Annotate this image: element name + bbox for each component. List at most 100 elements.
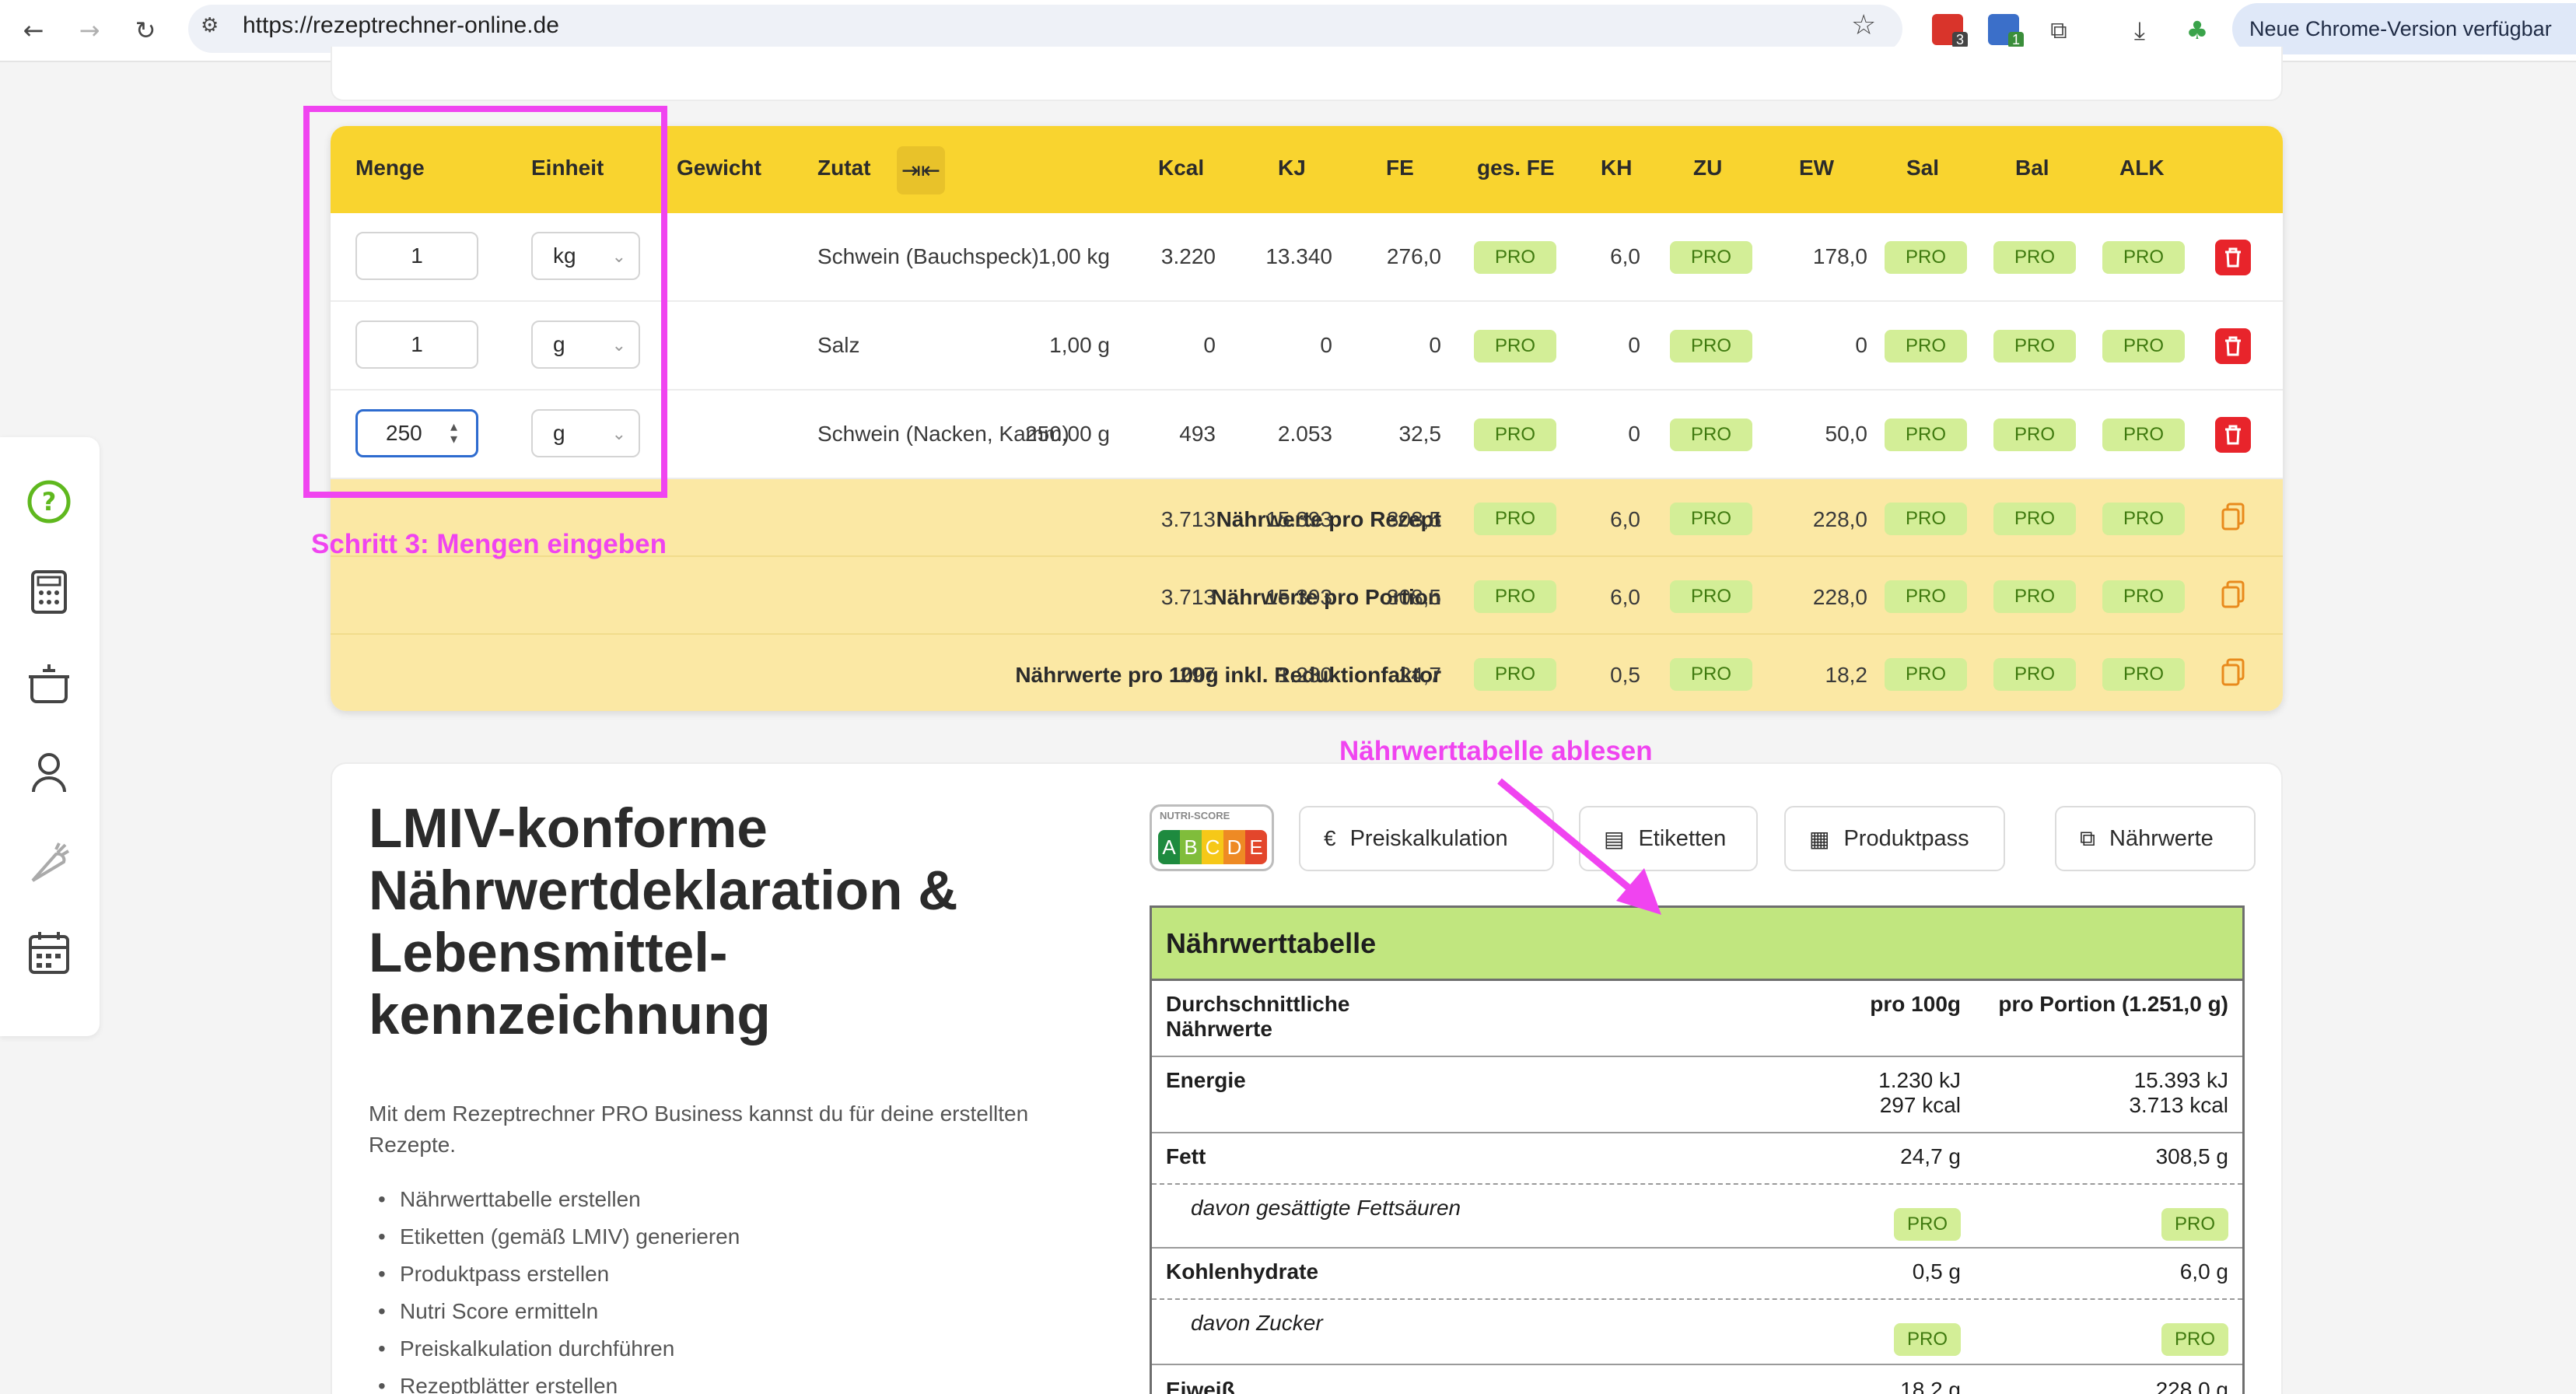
- profile-tree-icon[interactable]: ♣: [2178, 11, 2217, 50]
- download-icon[interactable]: ⤓: [2120, 11, 2159, 50]
- pro-badge[interactable]: PRO: [2102, 241, 2185, 274]
- nutrition-values-button[interactable]: ⧉ Nährwerte: [2055, 806, 2256, 871]
- ew-cell: 178,0: [1812, 244, 1867, 268]
- nutri-letter: A: [1158, 830, 1180, 864]
- fe-cell: 32,5: [1398, 422, 1442, 446]
- back-icon[interactable]: ←: [14, 11, 53, 50]
- carrot-icon[interactable]: [25, 839, 73, 887]
- pro-badge[interactable]: PRO: [1993, 330, 2076, 363]
- energy-kj-100g: 1.230 kJ: [1878, 1068, 1961, 1092]
- protein-100g: 18,2 g: [1900, 1378, 1961, 1394]
- header-fe: FE: [1386, 156, 1414, 180]
- pro-badge[interactable]: PRO: [1993, 241, 2076, 274]
- kj-cell: 2.053: [1277, 422, 1332, 446]
- pro-badge[interactable]: PRO: [1670, 658, 1752, 691]
- pro-badge[interactable]: PRO: [1670, 419, 1752, 451]
- nutri-letter: D: [1223, 830, 1245, 864]
- carbs-100g: 0,5 g: [1912, 1259, 1961, 1284]
- nutri-score-button[interactable]: NUTRI-SCORE A B C D E: [1150, 804, 1274, 871]
- bookmark-star-icon[interactable]: ☆: [1851, 9, 1876, 41]
- pro-badge[interactable]: PRO: [1670, 330, 1752, 363]
- pro-badge[interactable]: PRO: [1993, 419, 2076, 451]
- pro-badge[interactable]: PRO: [2102, 419, 2185, 451]
- site-settings-icon[interactable]: ⚙: [201, 14, 219, 37]
- step3-annotation: Schritt 3: Mengen eingeben: [311, 529, 667, 559]
- reload-icon[interactable]: ↻: [126, 11, 165, 50]
- copy-icon: ⧉: [2080, 825, 2095, 851]
- help-icon[interactable]: ?: [25, 478, 73, 526]
- pro-badge[interactable]: PRO: [1885, 658, 1967, 691]
- pro-badge[interactable]: PRO: [2102, 658, 2185, 691]
- product-pass-button[interactable]: ▦ Produktpass: [1784, 806, 2005, 871]
- ew-cell: 228,0: [1812, 585, 1867, 609]
- pro-badge[interactable]: PRO: [1885, 330, 1967, 363]
- weight-cell: 1,00 g: [1049, 333, 1110, 357]
- kh-cell: 6,0: [1610, 585, 1640, 609]
- chrome-update-button[interactable]: Neue Chrome-Version verfügbar: [2232, 3, 2576, 54]
- pro-badge[interactable]: PRO: [1670, 241, 1752, 274]
- calculator-icon[interactable]: [25, 568, 73, 616]
- pro-badge[interactable]: PRO: [1474, 658, 1556, 691]
- kh-cell: 0: [1628, 333, 1640, 357]
- pro-badge[interactable]: PRO: [1670, 503, 1752, 535]
- pro-badge[interactable]: PRO: [1993, 580, 2076, 613]
- kcal-cell: 297: [1179, 663, 1216, 687]
- delete-trash-icon[interactable]: [2215, 328, 2251, 364]
- kh-cell: 6,0: [1610, 244, 1640, 268]
- extensions-puzzle-icon[interactable]: ⧉: [2039, 11, 2078, 50]
- extension-icon[interactable]: 1: [1988, 14, 2024, 48]
- pro-badge[interactable]: PRO: [1885, 419, 1967, 451]
- pro-badge[interactable]: PRO: [1670, 580, 1752, 613]
- pro-badge[interactable]: PRO: [2161, 1323, 2228, 1356]
- copy-icon[interactable]: [2217, 501, 2249, 532]
- header-gewicht: Gewicht: [677, 156, 761, 180]
- feature-list-item: Rezeptblätter erstellen: [378, 1374, 618, 1394]
- nutrition-row-fat: Fett 24,7 g 308,5 g: [1152, 1133, 2242, 1185]
- copy-icon[interactable]: [2217, 657, 2249, 688]
- previous-card: [331, 47, 2283, 101]
- forward-icon[interactable]: →: [70, 11, 109, 50]
- fe-cell: 0: [1429, 333, 1441, 357]
- kj-cell: 13.340: [1265, 244, 1332, 268]
- pro-badge[interactable]: PRO: [2102, 503, 2185, 535]
- nutrition-row-protein: Eiweiß 18,2 g 228,0 g: [1152, 1365, 2242, 1394]
- extension-icon[interactable]: 3: [1932, 14, 1968, 48]
- summary-row: Nährwerte pro 100g inkl. Reduktionfaktor…: [331, 635, 2283, 711]
- cooking-pot-icon[interactable]: [25, 658, 73, 706]
- pro-badge[interactable]: PRO: [1993, 658, 2076, 691]
- pro-badge[interactable]: PRO: [1474, 503, 1556, 535]
- fe-cell: 308,5: [1386, 507, 1441, 531]
- pro-badge[interactable]: PRO: [1474, 241, 1556, 274]
- pro-badge[interactable]: PRO: [1885, 503, 1967, 535]
- collapse-columns-icon[interactable]: ⇥⇤: [897, 146, 945, 194]
- ew-cell: 228,0: [1812, 507, 1867, 531]
- calendar-icon[interactable]: [25, 929, 73, 977]
- ew-cell: 18,2: [1825, 663, 1868, 687]
- section-headline: LMIV-konforme Nährwertdeklaration & Lebe…: [369, 798, 958, 1046]
- user-icon[interactable]: [25, 748, 73, 797]
- energy-kj-portion: 15.393 kJ: [2133, 1068, 2228, 1092]
- pro-badge[interactable]: PRO: [1474, 330, 1556, 363]
- delete-trash-icon[interactable]: [2215, 240, 2251, 275]
- pro-badge[interactable]: PRO: [1894, 1323, 1961, 1356]
- url-text[interactable]: https://rezeptrechner-online.de: [243, 12, 559, 39]
- pro-badge[interactable]: PRO: [2161, 1208, 2228, 1241]
- pro-badge[interactable]: PRO: [2102, 330, 2185, 363]
- feature-list-item: Preiskalkulation durchführen: [378, 1336, 674, 1361]
- pro-badge[interactable]: PRO: [1993, 503, 2076, 535]
- pro-badge[interactable]: PRO: [1885, 241, 1967, 274]
- nutri-score-scale: A B C D E: [1158, 830, 1267, 864]
- fat-portion: 308,5 g: [2155, 1144, 2228, 1168]
- pro-badge[interactable]: PRO: [1894, 1208, 1961, 1241]
- pro-badge[interactable]: PRO: [2102, 580, 2185, 613]
- pro-badge[interactable]: PRO: [1474, 419, 1556, 451]
- delete-trash-icon[interactable]: [2215, 417, 2251, 453]
- energy-kcal-portion: 3.713 kcal: [2129, 1093, 2228, 1117]
- nutrition-label: Eiweiß: [1166, 1378, 1235, 1394]
- section-intro: Mit dem Rezeptrechner PRO Business kanns…: [369, 1102, 1029, 1157]
- pro-badge[interactable]: PRO: [1885, 580, 1967, 613]
- pro-badge[interactable]: PRO: [1474, 580, 1556, 613]
- ingredient-cell: Salz: [817, 333, 860, 357]
- feature-list-item: Nährwerttabelle erstellen: [378, 1187, 641, 1212]
- copy-icon[interactable]: [2217, 579, 2249, 610]
